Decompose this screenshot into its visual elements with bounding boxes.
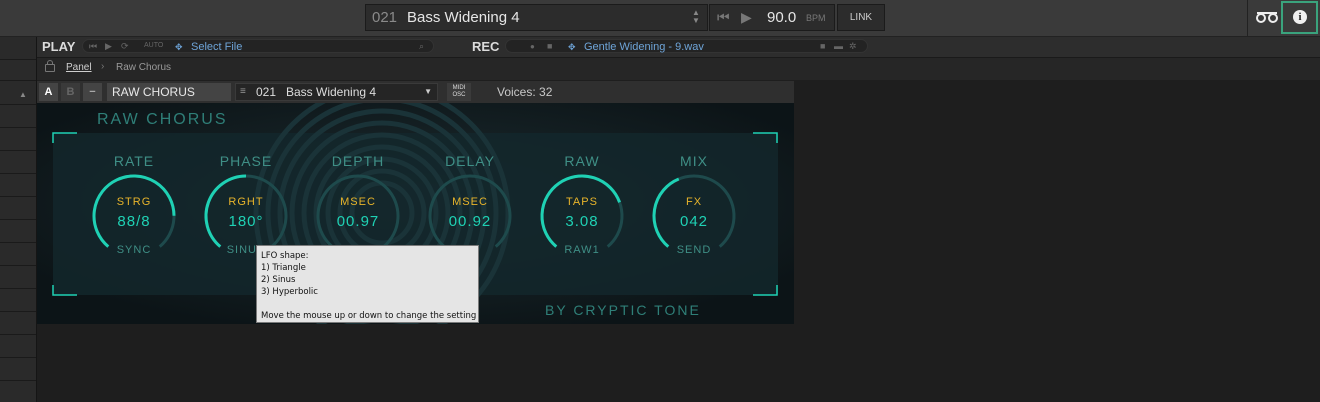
play-icon[interactable]: ▶ [741,9,752,26]
rec-file-field[interactable]: ● ■ ✥ Gentle Widening - 9.wav ■ ▬ ✲ [505,39,868,53]
bpm-value[interactable]: 90.0 [767,9,796,26]
rack-row [0,197,36,220]
knob-unit: MSEC [452,196,488,208]
rack-row [0,243,36,266]
rec-title: REC [472,39,500,54]
osc-label: OSC [452,92,466,98]
knob-unit: RGHT [228,196,263,208]
tooltip-line: 1) Triangle [261,263,306,273]
top-bar: 021 Bass Widening 4 ▲ ▼ ⏮ ▶ 90.0 BPM LINK… [0,0,1320,37]
auto-label[interactable]: AUTO [144,42,163,49]
knob-sub-label: SYNC [117,244,152,256]
rack-row [0,58,36,81]
voices-count: Voices: 32 [497,85,553,99]
knob-label: MIX [680,153,708,169]
knob-sub-label: SEND [677,244,712,256]
tooltip-line: 2) Sinus [261,275,296,285]
play-file-name[interactable]: Select File [191,41,242,53]
record-icon[interactable]: ● [530,42,535,51]
tooltip-line: Move the mouse up or down to change the … [261,311,477,321]
instrument-preset-number: 021 [256,85,277,99]
skip-back-icon[interactable]: ⏮ [717,9,730,26]
knob-value: 180° [228,213,263,230]
knob-label: DEPTH [332,153,384,169]
loop-icon[interactable]: ⟳ [121,41,129,52]
knob-label: RATE [114,153,154,169]
slot-a-button[interactable]: A [39,83,58,101]
midi-osc-button[interactable]: MIDI OSC [447,83,471,101]
breadcrumb: Panel › Raw Chorus [37,58,1320,80]
transport: ⏮ ▶ 90.0 BPM [709,4,835,31]
knob-value: 042 [680,213,708,230]
search-icon[interactable]: ⌕ [419,41,424,52]
play-target-icon: ✥ [175,42,183,52]
knob-sub-label: RAW1 [564,244,599,256]
knob-value: 00.92 [449,213,492,230]
play-icon[interactable]: ▶ [105,41,112,52]
stop-icon[interactable]: ■ [547,41,552,51]
knob-unit: MSEC [340,196,376,208]
rack-row [0,105,36,128]
rack-row [0,266,36,289]
preset-stepper-icon[interactable]: ▲ ▼ [691,9,701,27]
knob-value: 88/8 [117,213,150,230]
save-icon[interactable]: ■ [820,41,825,51]
skip-back-icon[interactable]: ⏮ [89,41,97,52]
rec-file-name[interactable]: Gentle Widening - 9.wav [584,41,704,53]
instrument-name[interactable]: RAW CHORUS [107,83,231,101]
tooltip: LFO shape: 1) Triangle 2) Sinus 3) Hyper… [256,245,479,323]
rack-side-strip: ▲ [0,37,37,402]
preset-selector[interactable]: 021 Bass Widening 4 ▲ ▼ [365,4,708,31]
rack-row [0,335,36,358]
rack-row [0,358,36,381]
instrument-preset-name: Bass Widening 4 [286,85,377,99]
remove-button[interactable]: − [83,83,102,101]
knob-unit: FX [686,196,702,208]
chevron-down-icon: ▼ [424,87,432,96]
play-file-field[interactable]: ⏮ ▶ ⟳ AUTO ✥ Select File ⌕ [82,39,434,53]
loop-icon[interactable] [1254,8,1280,26]
rack-row [0,128,36,151]
rack-row [0,289,36,312]
rack-row [0,174,36,197]
bpm-label: BPM [806,13,826,23]
tooltip-line: LFO shape: [261,251,309,261]
preset-name: Bass Widening 4 [407,9,520,26]
breadcrumb-panel-link[interactable]: Panel [66,62,92,73]
divider [1247,0,1248,36]
play-title: PLAY [42,39,76,54]
tooltip-line: 3) Hyperbolic [261,287,318,297]
link-button[interactable]: LINK [837,4,885,31]
lock-icon[interactable] [45,60,55,72]
info-button[interactable]: i [1281,1,1318,34]
preset-number: 021 [372,9,398,26]
folder-icon[interactable]: ▬ [834,41,843,51]
list-icon: ≡ [240,86,246,97]
info-icon: i [1293,10,1307,24]
play-rec-bar: PLAY ⏮ ▶ ⟳ AUTO ✥ Select File ⌕ REC ● ■ … [37,37,1320,58]
plugin-brand: BY CRYPTIC TONE [545,302,701,318]
scroll-up-icon[interactable]: ▲ [19,90,27,99]
knob-label: PHASE [220,153,272,169]
rack-row [0,312,36,335]
plugin-title: RAW CHORUS [97,111,228,128]
instrument-preset-dropdown[interactable]: ≡ 021 Bass Widening 4 ▼ [235,83,438,101]
knob-value: 3.08 [565,213,598,230]
rack-row [0,220,36,243]
rec-target-icon: ✥ [568,42,576,52]
rack-row [0,37,36,60]
knob-label: RAW [564,153,599,169]
slot-b-button[interactable]: B [61,83,80,101]
knob-label: DELAY [445,153,495,169]
breadcrumb-current: Raw Chorus [116,62,172,73]
rack-row [0,82,36,105]
knob-unit: TAPS [566,196,598,208]
instrument-header: A B − RAW CHORUS ≡ 021 Bass Widening 4 ▼… [37,81,794,103]
midi-label: MIDI [452,85,466,91]
knob-unit: STRG [117,196,152,208]
gear-icon[interactable]: ✲ [849,41,857,52]
chevron-right-icon: › [101,61,105,72]
knob-value: 00.97 [337,213,380,230]
rack-row [0,151,36,174]
